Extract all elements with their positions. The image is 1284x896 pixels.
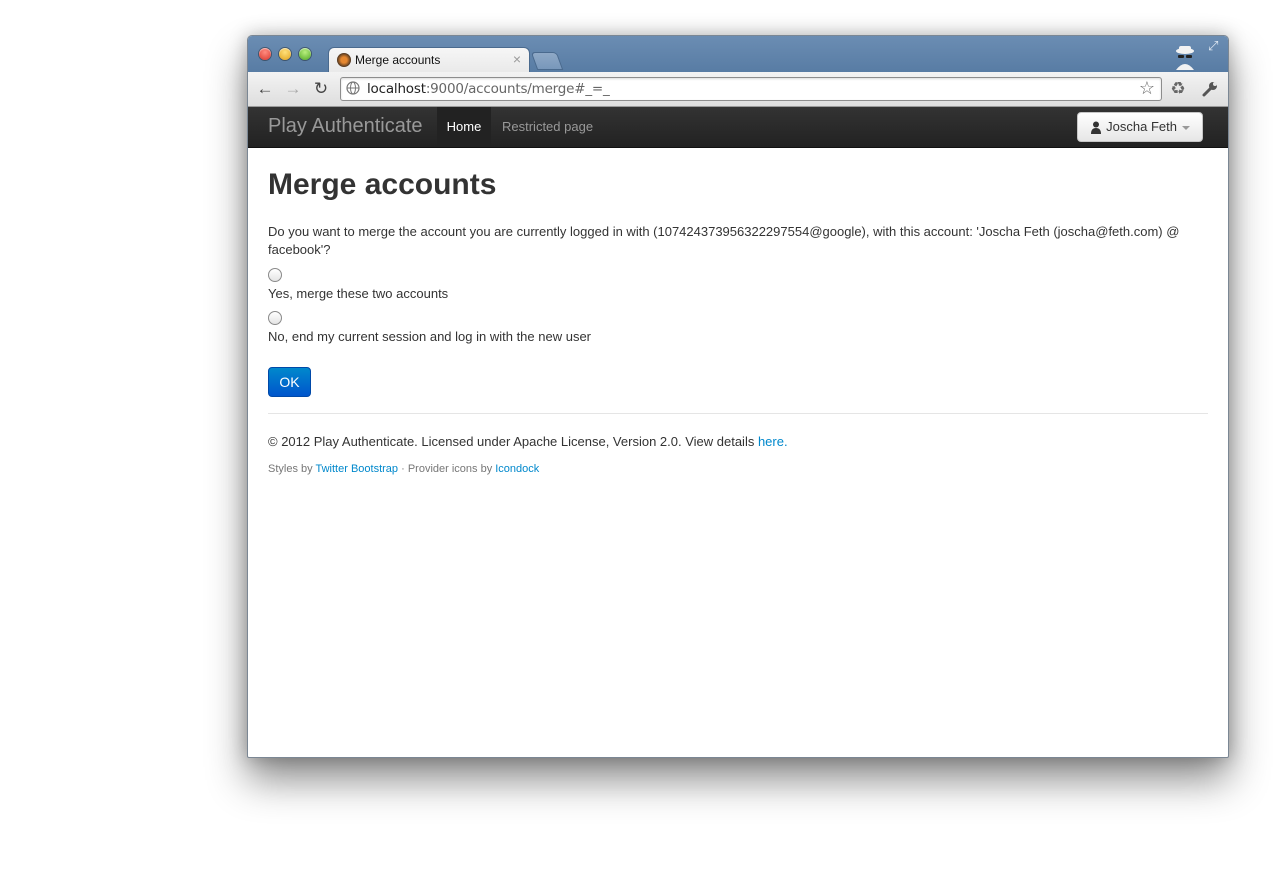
ok-button[interactable]: OK [268,367,311,397]
divider [268,413,1208,414]
page-title: Merge accounts [268,168,497,201]
icons-prefix: · Provider icons by [398,463,496,475]
close-window-button[interactable] [259,48,271,60]
bookmark-star-icon[interactable]: ☆ [1139,78,1155,99]
radio-merge-yes-label[interactable]: Yes, merge these two accounts [268,286,448,301]
nav-item-restricted-page[interactable]: Restricted page [502,107,593,147]
license-details-link[interactable]: here. [758,434,788,449]
back-button[interactable]: ← [255,79,275,99]
reload-button[interactable]: ↻ [311,79,331,99]
recycle-extension-icon[interactable]: ♻ [1168,79,1188,99]
twitter-bootstrap-link[interactable]: Twitter Bootstrap [316,463,399,475]
url-text: localhost:9000/accounts/merge#_=_ [367,81,610,97]
user-icon [1091,121,1102,134]
site-navbar: Play Authenticate Home Restricted page J… [248,107,1228,148]
minimize-window-button[interactable] [279,48,291,60]
fullscreen-icon[interactable]: ⤢ [1208,38,1222,53]
globe-icon [346,81,360,95]
incognito-icon [1176,46,1194,70]
url-path: :9000/accounts/merge#_=_ [425,81,610,97]
styles-prefix: Styles by [268,463,316,475]
browser-toolbar: ← → ↻ localhost:9000/accounts/merge#_=_ … [248,72,1228,107]
radio-merge-no[interactable] [268,311,282,325]
radio-merge-no-label[interactable]: No, end my current session and log in wi… [268,329,591,344]
copyright-text: © 2012 Play Authenticate. Licensed under… [268,434,758,449]
chevron-down-icon [1182,126,1190,130]
wrench-icon[interactable] [1200,79,1220,99]
url-host: localhost [367,81,426,97]
merge-prompt: Do you want to merge the account you are… [268,224,1180,257]
favicon-icon [337,53,351,67]
tab-title: Merge accounts [355,53,441,67]
credits: Styles by Twitter Bootstrap · Provider i… [268,463,539,475]
forward-button[interactable]: → [283,79,303,99]
zoom-window-button[interactable] [299,48,311,60]
brand-link[interactable]: Play Authenticate [268,115,423,138]
icondock-link[interactable]: Icondock [495,463,539,475]
tab-strip: Merge accounts × ⤢ [248,36,1228,73]
nav-item-home[interactable]: Home [437,107,491,147]
tab-close-icon[interactable]: × [513,51,521,67]
radio-merge-yes[interactable] [268,268,282,282]
tab-merge-accounts[interactable]: Merge accounts × [328,47,530,73]
user-name: Joscha Feth [1106,119,1177,134]
address-bar[interactable]: localhost:9000/accounts/merge#_=_ ☆ [340,77,1162,101]
copyright: © 2012 Play Authenticate. Licensed under… [268,434,788,449]
browser-window: Merge accounts × ⤢ ← → ↻ localhost:9000/… [247,35,1229,758]
user-menu-button[interactable]: Joscha Feth [1077,112,1203,142]
new-tab-button[interactable] [530,52,564,70]
